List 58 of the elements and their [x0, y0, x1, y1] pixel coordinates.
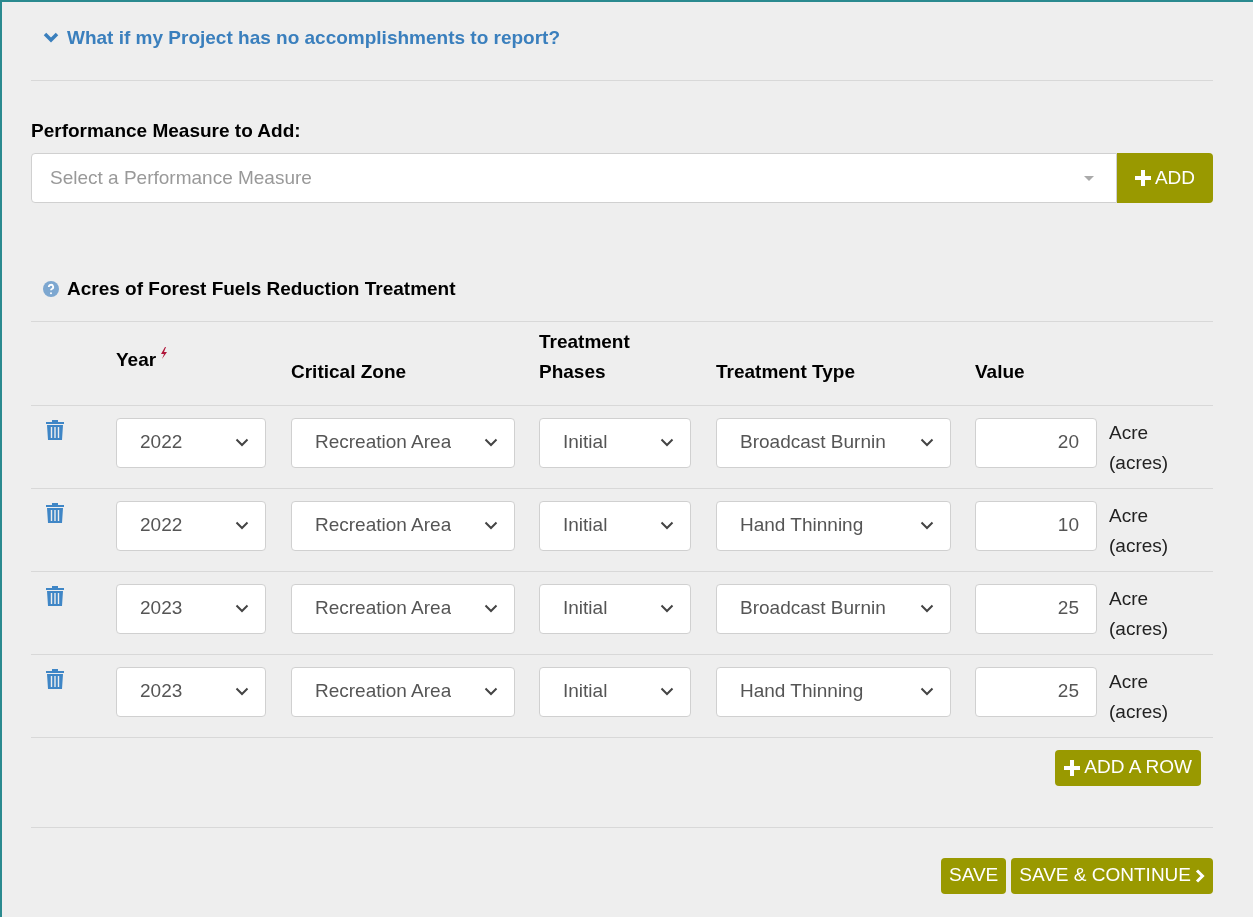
- dropdown[interactable]: Broadcast Burnin: [716, 417, 951, 468]
- column-header: Year: [116, 347, 157, 372]
- dropdown[interactable]: Initial: [539, 417, 691, 468]
- dropdown[interactable]: Initial: [539, 500, 691, 551]
- chevron-down-icon: [484, 604, 498, 613]
- dropdown[interactable]: Broadcast Burnin: [716, 583, 951, 634]
- trash-icon[interactable]: [45, 667, 65, 690]
- chevron-down-icon: [484, 521, 498, 530]
- plus-icon: [1064, 759, 1081, 776]
- dropdown[interactable]: Recreation Area: [291, 666, 515, 717]
- unit-label: Acre (acres): [1109, 420, 1170, 475]
- unit-label: Acre (acres): [1109, 586, 1170, 641]
- unit-label: Acre (acres): [1109, 503, 1170, 558]
- unit-label: Acre (acres): [1109, 669, 1170, 724]
- trash-icon[interactable]: [45, 501, 65, 524]
- trash-icon[interactable]: [45, 418, 65, 441]
- help-icon[interactable]: [43, 281, 59, 298]
- measure-title: Acres of Forest Fuels Reduction Treatment: [67, 277, 456, 301]
- dropdown[interactable]: Initial: [539, 666, 691, 717]
- value-input[interactable]: 25: [975, 583, 1097, 634]
- chevron-down-icon: [235, 687, 249, 696]
- value-input[interactable]: 20: [975, 417, 1097, 468]
- value-input[interactable]: 25: [975, 666, 1097, 717]
- chevron-down-icon: [920, 687, 934, 696]
- dropdown[interactable]: Hand Thinning: [716, 666, 951, 717]
- chevron-icon: [43, 32, 59, 45]
- plus-icon: [1134, 170, 1151, 186]
- dropdown[interactable]: 2023: [116, 666, 266, 717]
- dropdown[interactable]: 2022: [116, 500, 266, 551]
- chevron-down-icon: [235, 521, 249, 530]
- value-input[interactable]: 10: [975, 500, 1097, 551]
- chevron-down-icon: [660, 438, 674, 447]
- column-header: Treatment Type: [716, 359, 856, 384]
- chevron-down-icon: [660, 521, 674, 530]
- chevron-down-icon: [920, 521, 934, 530]
- chevron-down-icon: [235, 438, 249, 447]
- chevron-down-icon: [235, 604, 249, 613]
- field-label: Performance Measure to Add:: [31, 118, 302, 143]
- column-header: Treatment Phases: [539, 329, 631, 384]
- chevron-down-icon: [660, 687, 674, 696]
- dropdown[interactable]: Recreation Area: [291, 583, 515, 634]
- chevron-down-icon: [484, 438, 498, 447]
- chevron-down-icon: [920, 604, 934, 613]
- dropdown[interactable]: Recreation Area: [291, 417, 515, 468]
- dropdown[interactable]: Initial: [539, 583, 691, 634]
- column-header: Value: [975, 359, 1025, 384]
- chevron-down-icon: [484, 687, 498, 696]
- dropdown[interactable]: 2022: [116, 417, 266, 468]
- chevron-right-icon: [1195, 868, 1205, 883]
- chevron-down-icon: [920, 438, 934, 447]
- dropdown[interactable]: Recreation Area: [291, 500, 515, 551]
- faq-toggle[interactable]: What if my Project has no accomplishments to report?: [43, 24, 561, 53]
- dropdown[interactable]: 2023: [116, 583, 266, 634]
- column-header: Critical Zone: [291, 359, 407, 384]
- dropdown[interactable]: Hand Thinning: [716, 500, 951, 551]
- trash-icon[interactable]: [45, 584, 65, 607]
- caret-icon: [1083, 175, 1094, 181]
- chevron-down-icon: [660, 604, 674, 613]
